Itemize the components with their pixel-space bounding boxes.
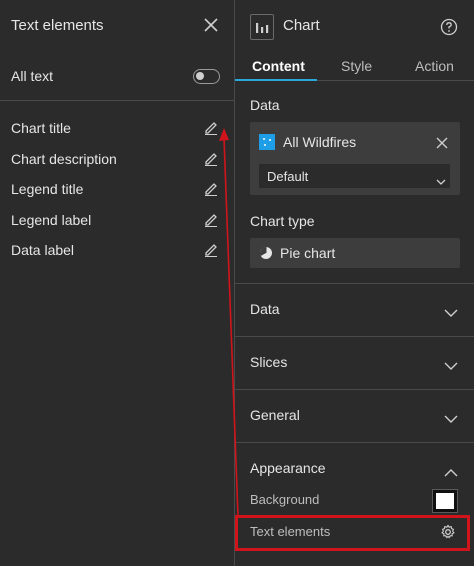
all-text-row: All text [0,60,234,92]
swatch-fill [436,493,454,509]
active-tab-indicator [235,79,317,81]
element-label: Chart description [11,151,117,167]
app-root: Text elements All text Chart title Chart… [0,0,474,566]
element-row-chart-description[interactable]: Chart description [0,147,234,173]
text-elements-header: Text elements [0,0,234,52]
gear-icon[interactable] [440,524,456,540]
data-layer-card: All Wildfires Default [250,122,460,195]
tab-style[interactable]: Style [341,58,372,74]
chart-type-selector[interactable]: Pie chart [250,238,460,268]
chevron-down-icon [436,173,446,185]
accordion-general[interactable]: General [235,389,474,441]
chevron-up-icon [444,464,458,477]
remove-layer-icon[interactable] [436,136,448,149]
element-row-data-label[interactable]: Data label [0,238,234,264]
pencil-icon[interactable] [203,180,219,196]
chart-type-label: Chart type [250,213,315,229]
bar-chart-icon [250,14,274,40]
chart-type-value: Pie chart [280,245,336,261]
accordion-appearance[interactable]: Appearance [235,442,474,494]
close-icon[interactable] [202,16,220,34]
chart-settings-panel: Chart Content Style Action Data All Wild… [235,0,474,566]
tabs-divider [317,80,474,81]
element-label: Legend label [11,212,92,228]
layer-name: All Wildfires [283,134,357,150]
help-icon[interactable] [440,18,458,36]
left-divider [0,100,234,101]
chevron-down-icon [444,305,458,317]
data-section-label: Data [250,97,280,113]
element-row-legend-title[interactable]: Legend title [0,177,234,203]
text-elements-title: Text elements [11,17,104,34]
chevron-down-icon [444,411,458,423]
accordion-data[interactable]: Data [235,283,474,335]
pencil-icon[interactable] [203,241,219,257]
chevron-down-icon [444,358,458,370]
settings-tabs: Content Style Action [235,54,474,82]
accordion-slices[interactable]: Slices [235,336,474,388]
text-elements-row[interactable]: Text elements [235,518,474,550]
all-text-label: All text [11,68,54,84]
pencil-icon[interactable] [203,211,219,227]
pie-chart-icon [259,246,273,260]
background-label: Background [250,492,320,507]
pencil-icon[interactable] [203,119,219,135]
element-label: Chart title [11,120,71,136]
text-elements-label: Text elements [250,524,331,539]
accordion-label: Appearance [250,460,326,476]
tab-content[interactable]: Content [252,58,305,74]
element-row-legend-label[interactable]: Legend label [0,208,234,234]
all-text-toggle[interactable] [193,69,220,84]
element-label: Legend title [11,181,84,197]
toggle-knob [196,72,204,80]
accordion-label: Data [250,301,280,317]
accordion-label: General [250,407,300,423]
layer-view-select[interactable]: Default [259,164,450,188]
accordion-label: Slices [250,354,288,370]
text-elements-panel: Text elements All text Chart title Chart… [0,0,234,566]
pencil-icon[interactable] [203,150,219,166]
background-color-swatch[interactable] [432,489,458,513]
tab-action[interactable]: Action [415,58,454,74]
element-label: Data label [11,242,75,258]
layer-view-value: Default [267,169,309,184]
layer-icon [259,134,275,150]
panel-title: Chart [283,17,320,34]
element-row-chart-title[interactable]: Chart title [0,116,234,142]
